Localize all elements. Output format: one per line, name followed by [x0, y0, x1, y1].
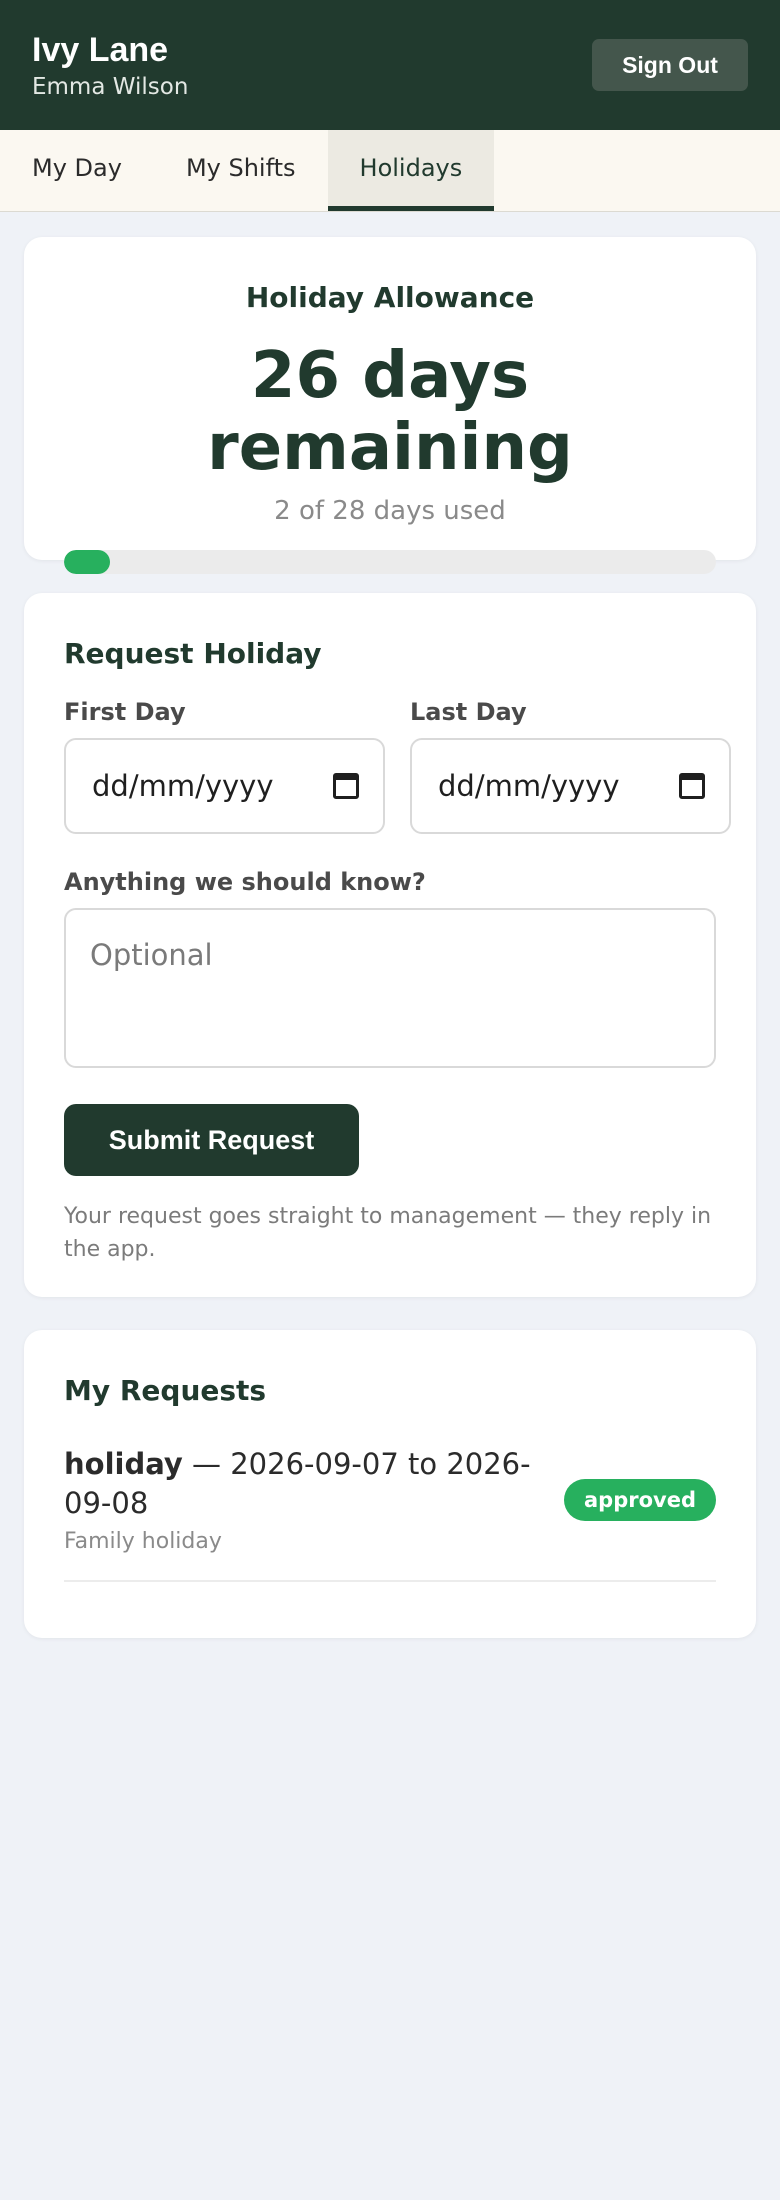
sign-out-button[interactable]: Sign Out: [592, 39, 748, 91]
request-type: holiday: [64, 1447, 183, 1481]
allowance-progress-fill: [64, 550, 110, 574]
tab-my-day[interactable]: My Day: [0, 130, 154, 211]
request-holiday-card: Request Holiday First Day dd/mm/yyyy Las…: [24, 593, 756, 1297]
allowance-progress-bar: [64, 550, 716, 574]
tab-my-shifts[interactable]: My Shifts: [154, 130, 328, 211]
days-used: 2 of 28 days used: [274, 496, 506, 526]
submit-request-button[interactable]: Submit Request: [64, 1104, 359, 1176]
date-row: First Day dd/mm/yyyy Last Day dd/mm/yyyy: [64, 698, 732, 834]
helper-text: Your request goes straight to management…: [64, 1204, 712, 1262]
request-details: holiday — 2026-09-07 to 2026-09-08 Famil…: [64, 1445, 564, 1554]
list-item: holiday — 2026-09-07 to 2026-09-08 Famil…: [64, 1445, 716, 1582]
status-badge: approved: [564, 1478, 716, 1521]
request-note: Family holiday: [64, 1529, 222, 1554]
tab-bar: My Day My Shifts Holidays: [0, 130, 780, 212]
first-day-input[interactable]: dd/mm/yyyy: [64, 738, 385, 834]
user-name: Emma Wilson: [32, 74, 189, 100]
first-day-value: dd/mm/yyyy: [92, 769, 274, 803]
calendar-icon[interactable]: [333, 773, 359, 799]
first-day-label: First Day: [64, 698, 186, 726]
first-day-group: First Day dd/mm/yyyy: [64, 698, 385, 834]
my-requests-title: My Requests: [64, 1374, 267, 1407]
brand: Ivy Lane Emma Wilson: [32, 30, 188, 100]
notes-textarea[interactable]: Optional: [64, 908, 716, 1068]
allowance-title: Holiday Allowance: [245, 281, 535, 314]
allowance-card: Holiday Allowance 26 days remaining 2 of…: [24, 237, 756, 574]
last-day-group: Last Day dd/mm/yyyy: [410, 698, 731, 834]
app-header: Ivy Lane Emma Wilson Sign Out: [0, 0, 780, 130]
days-remaining: 26 days remaining: [207, 339, 573, 485]
request-summary: holiday — 2026-09-07 to 2026-09-08: [64, 1445, 564, 1523]
notes-label: Anything we should know?: [64, 868, 426, 896]
last-day-label: Last Day: [410, 698, 527, 726]
last-day-input[interactable]: dd/mm/yyyy: [410, 738, 731, 834]
notes-placeholder: Optional: [90, 938, 213, 972]
tab-holidays[interactable]: Holidays: [327, 130, 495, 211]
last-day-value: dd/mm/yyyy: [438, 769, 620, 803]
calendar-icon[interactable]: [679, 773, 705, 799]
request-holiday-title: Request Holiday: [64, 637, 322, 670]
app-title: Ivy Lane: [32, 31, 169, 69]
my-requests-card: My Requests holiday — 2026-09-07 to 2026…: [24, 1330, 756, 1638]
